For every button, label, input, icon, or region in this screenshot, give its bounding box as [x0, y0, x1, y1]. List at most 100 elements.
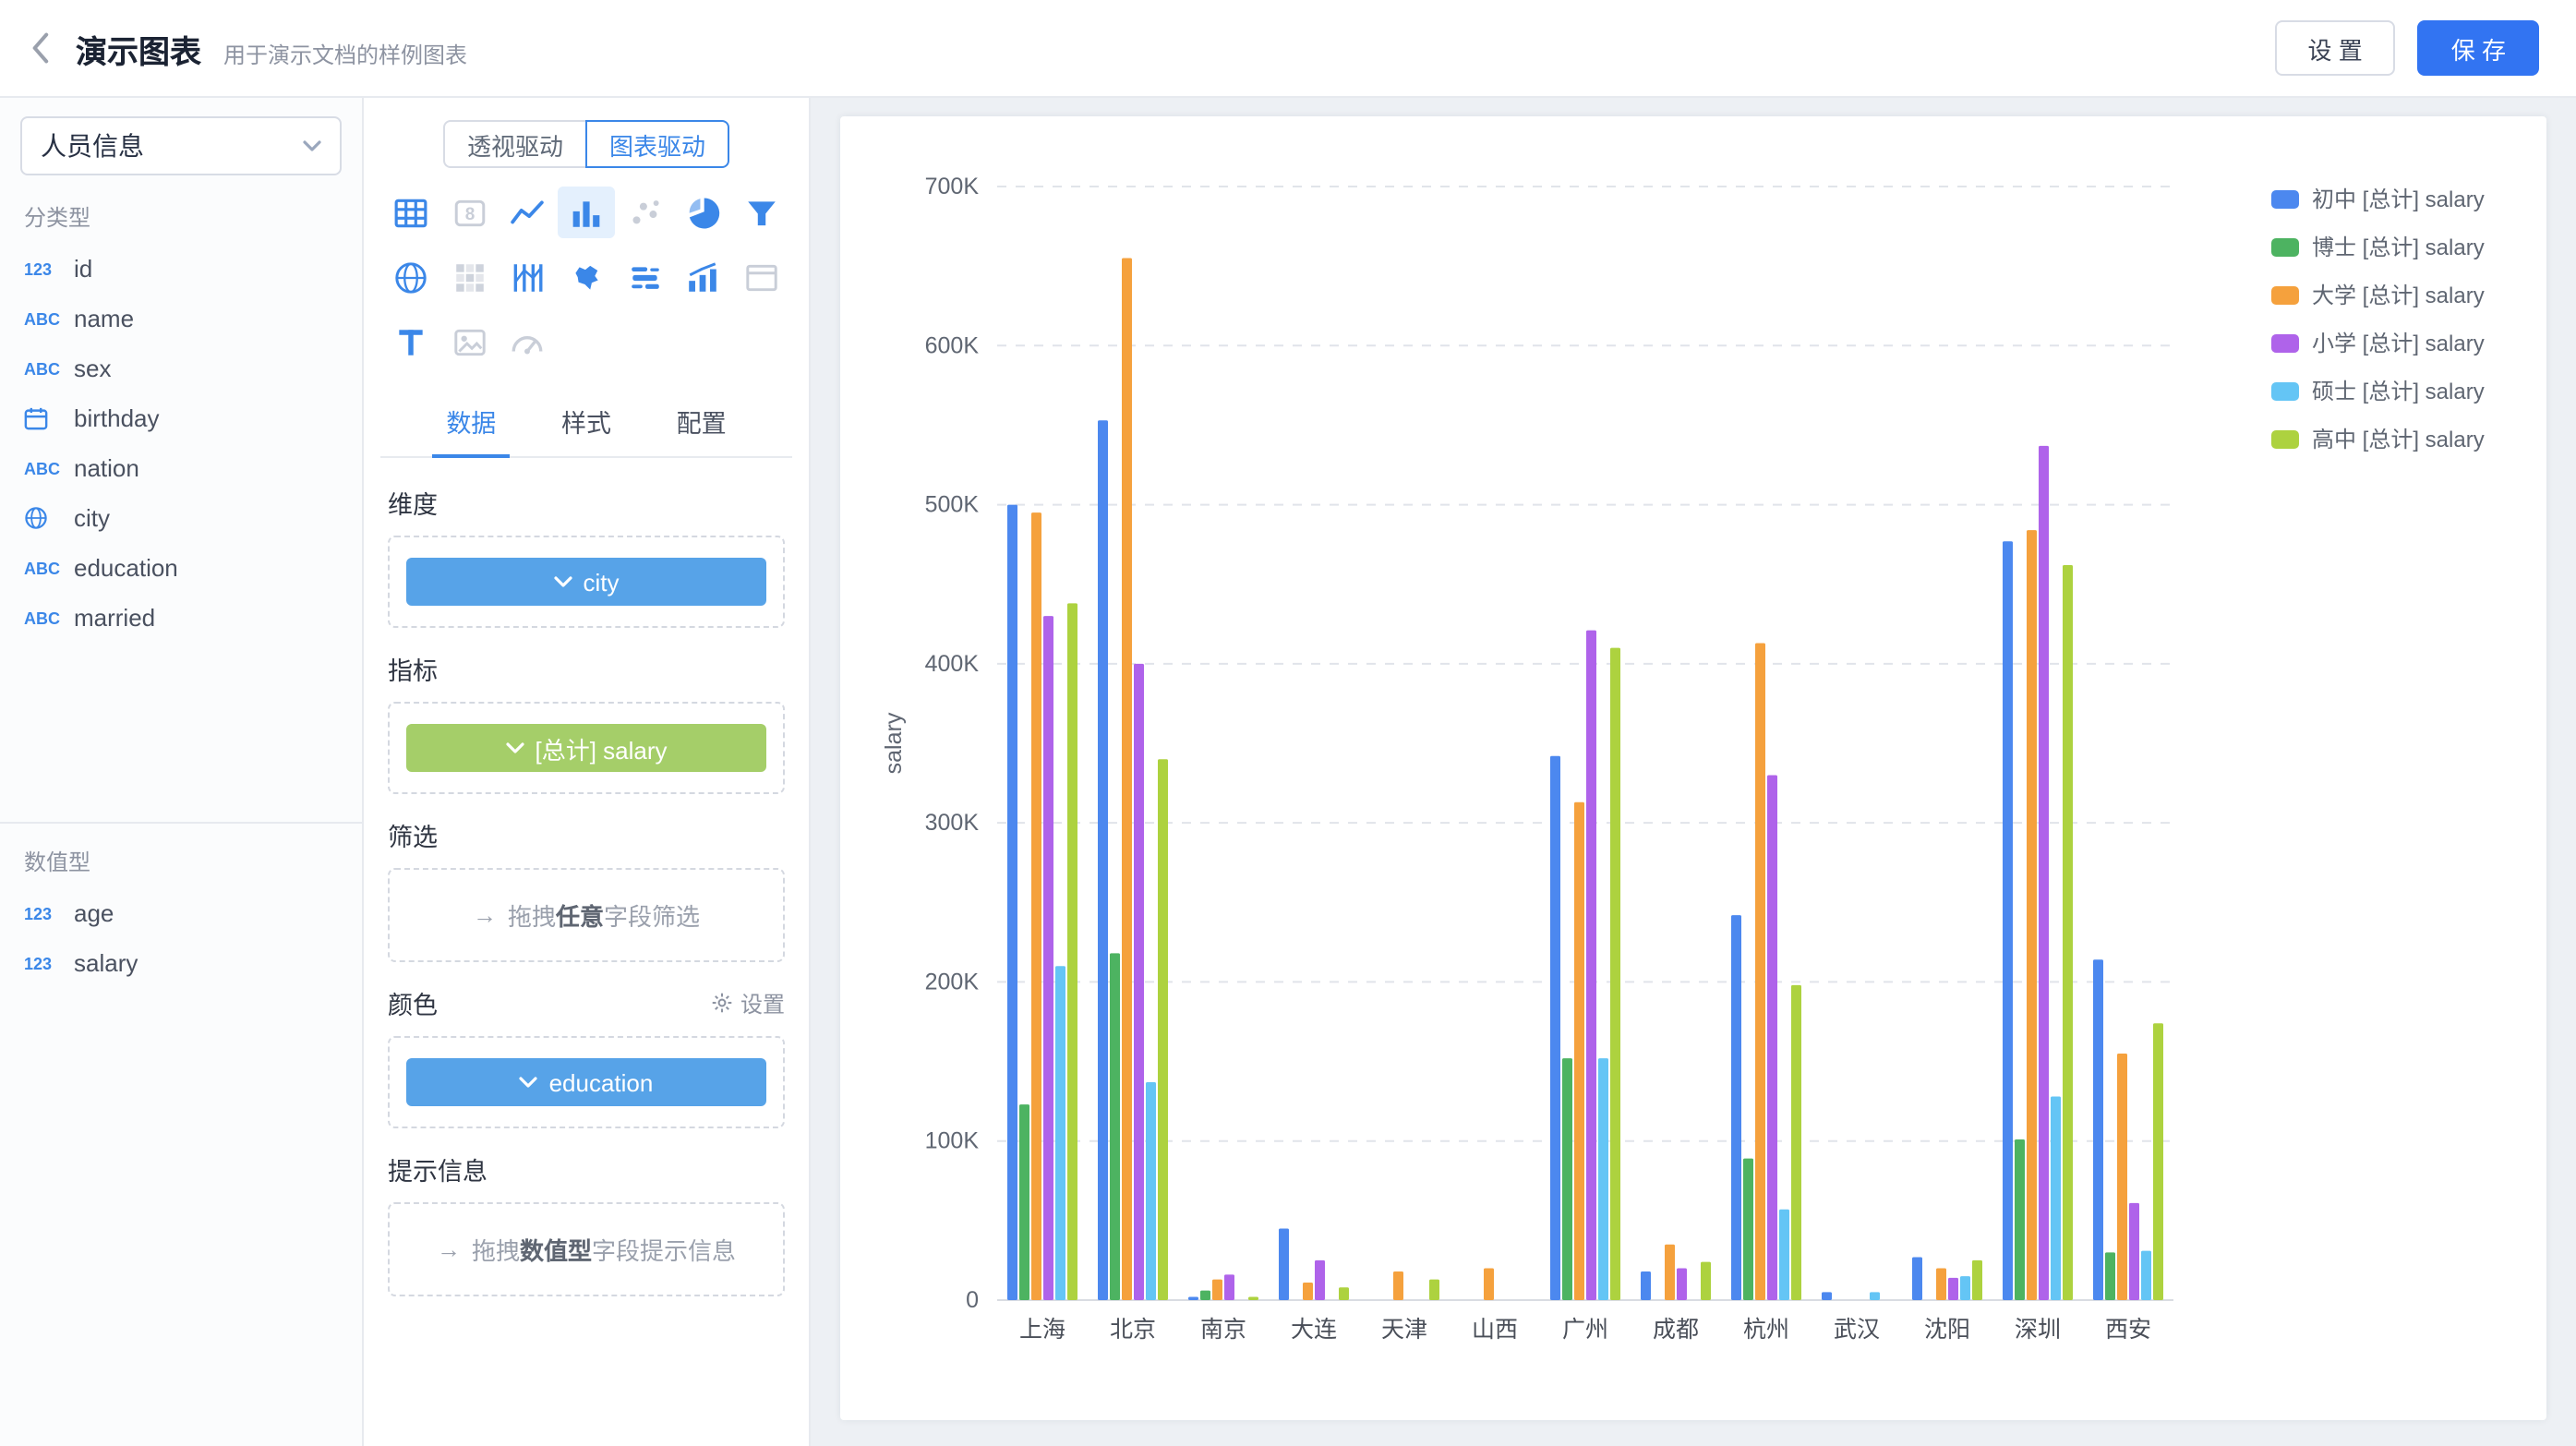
svg-text:西安: 西安 [2105, 1317, 2151, 1343]
field-item-salary[interactable]: 123salary [0, 938, 362, 988]
svg-text:0: 0 [966, 1287, 979, 1313]
mode-tab-1[interactable]: 图表驱动 [585, 120, 729, 168]
numeric-type-icon: 123 [24, 259, 74, 278]
legend-item[interactable]: 硕士 [总计] salary [2271, 375, 2485, 406]
chart-type-pie-icon[interactable] [674, 187, 732, 238]
chart-type-bar-icon[interactable] [557, 187, 615, 238]
bar [1067, 603, 1077, 1300]
bar [1122, 259, 1132, 1300]
svg-text:8: 8 [464, 204, 475, 223]
chart-type-radar-icon[interactable] [382, 251, 440, 303]
text-type-icon: ABC [24, 609, 74, 627]
dimension-dropzone[interactable]: city [388, 536, 785, 628]
pill-label: [总计] salary [535, 730, 667, 765]
legend-item[interactable]: 小学 [总计] salary [2271, 327, 2485, 358]
legend-label: 小学 [总计] salary [2312, 327, 2485, 358]
legend-swatch-icon [2271, 381, 2299, 400]
bar [1212, 1280, 1222, 1300]
calendar-icon [24, 406, 74, 430]
legend-item[interactable]: 博士 [总计] salary [2271, 231, 2485, 262]
field-label: nation [74, 454, 139, 482]
field-sections: 分类型123idABCnameABCsexbirthdayABCnationci… [0, 179, 362, 988]
chart-type-table-icon[interactable] [382, 187, 440, 238]
legend-item[interactable]: 初中 [总计] salary [2271, 183, 2485, 214]
field-item-name[interactable]: ABCname [0, 294, 362, 343]
legend-swatch-icon [2271, 333, 2299, 352]
bar [1146, 1082, 1156, 1300]
chart-type-funnel-icon[interactable] [732, 187, 790, 238]
chart-legend: 初中 [总计] salary 博士 [总计] salary 大学 [总计] sala… [2271, 183, 2485, 471]
field-item-sex[interactable]: ABCsex [0, 343, 362, 393]
chart-type-frame-icon [732, 251, 790, 303]
chart-type-parallel-icon[interactable] [499, 251, 557, 303]
header: 演示图表 用于演示文档的样例图表 设 置 保 存 [0, 0, 2576, 98]
legend-item[interactable]: 大学 [总计] salary [2271, 279, 2485, 310]
field-item-nation[interactable]: ABCnation [0, 443, 362, 493]
chart-type-number-card-icon: 8 [440, 187, 499, 238]
metric-dropzone[interactable]: [总计] salary [388, 702, 785, 794]
bar [1339, 1287, 1349, 1300]
bar [2027, 530, 2037, 1300]
field-label: birthday [74, 404, 160, 432]
chevron-down-icon [554, 576, 572, 587]
field-item-id[interactable]: 123id [0, 244, 362, 294]
bar [1743, 1159, 1753, 1300]
config-tab-样式[interactable]: 样式 [529, 386, 644, 456]
tooltip-dropzone[interactable]: → 拖拽数值型字段提示信息 [388, 1202, 785, 1296]
main-content: 人员信息 分类型123idABCnameABCsexbirthdayABCnat… [0, 98, 2576, 1446]
page-subtitle: 用于演示文档的样例图表 [223, 38, 467, 69]
chart-type-combo-icon[interactable] [674, 251, 732, 303]
mode-tabs: 透视驱动图表驱动 [380, 120, 792, 168]
bar [1665, 1245, 1675, 1300]
settings-button[interactable]: 设 置 [2275, 20, 2396, 76]
svg-text:武汉: 武汉 [1834, 1317, 1880, 1343]
gear-icon [711, 992, 733, 1014]
legend-label: 大学 [总计] salary [2312, 279, 2485, 310]
bar [1110, 953, 1120, 1300]
config-tabs: 数据样式配置 [380, 386, 792, 458]
field-item-education[interactable]: ABCeducation [0, 543, 362, 593]
chart-type-wordcloud-icon[interactable] [616, 251, 674, 303]
chart-type-text-icon[interactable] [382, 316, 440, 368]
mode-tab-0[interactable]: 透视驱动 [443, 120, 585, 168]
field-label: age [74, 899, 114, 927]
app: 演示图表 用于演示文档的样例图表 设 置 保 存 人员信息 分类型123idAB… [0, 0, 2576, 1446]
bar [1303, 1283, 1313, 1300]
color-dropzone[interactable]: education [388, 1036, 785, 1128]
dataset-selector[interactable]: 人员信息 [20, 116, 342, 175]
legend-item[interactable]: 高中 [总计] salary [2271, 423, 2485, 454]
svg-text:山西: 山西 [1472, 1317, 1518, 1343]
field-item-married[interactable]: ABCmarried [0, 593, 362, 643]
bar-series [1055, 966, 2151, 1300]
numeric-type-icon: 123 [24, 904, 74, 922]
chart-canvas: 0100K200K300K400K500K600K700K 上海北京南京大连天津山… [811, 98, 2576, 1446]
bar [1098, 420, 1108, 1300]
save-button[interactable]: 保 存 [2418, 20, 2539, 76]
svg-text:上海: 上海 [1019, 1317, 1065, 1343]
bar-series [1007, 420, 2103, 1300]
bar [1550, 756, 1560, 1300]
metric-pill-salary[interactable]: [总计] salary [406, 724, 766, 772]
field-item-birthday[interactable]: birthday [0, 393, 362, 443]
bar [1610, 648, 1620, 1300]
x-axis: 上海北京南京大连天津山西广州成都杭州武汉沈阳深圳西安 [997, 1300, 2173, 1343]
dimension-pill-city[interactable]: city [406, 558, 766, 606]
y-axis: 0100K200K300K400K500K600K700K [925, 174, 980, 1313]
color-settings-button[interactable]: 设置 [711, 987, 785, 1018]
config-tab-数据[interactable]: 数据 [414, 386, 529, 456]
bar [1586, 631, 1596, 1300]
bar [1870, 1292, 1880, 1300]
bar [1007, 505, 1017, 1300]
chart-type-line-icon[interactable] [499, 187, 557, 238]
chart-type-map-icon[interactable] [557, 251, 615, 303]
field-item-city[interactable]: city [0, 493, 362, 543]
back-button[interactable] [30, 31, 50, 65]
color-pill-education[interactable]: education [406, 1058, 766, 1106]
bar [1562, 1058, 1572, 1300]
config-tab-配置[interactable]: 配置 [644, 386, 759, 456]
filter-dropzone[interactable]: → 拖拽任意字段筛选 [388, 868, 785, 962]
bar [1315, 1260, 1325, 1300]
bar [2015, 1139, 2025, 1300]
field-label: sex [74, 355, 111, 382]
field-item-age[interactable]: 123age [0, 888, 362, 938]
